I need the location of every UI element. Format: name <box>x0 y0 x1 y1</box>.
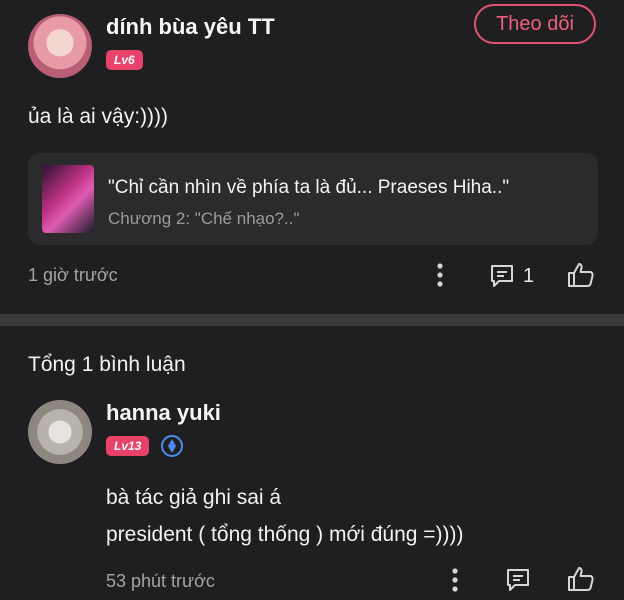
author-level-badge: Lv6 <box>106 50 143 70</box>
chapter-subtitle: Chương 2: "Chế nhạo?.." <box>108 209 300 228</box>
comment-count: 1 <box>523 265 535 287</box>
chapter-card[interactable]: "Chỉ cần nhìn về phía ta là đủ... Praese… <box>28 153 598 245</box>
comment-line-2: president ( tổng thống ) mới đúng =)))) <box>106 523 464 546</box>
author-avatar[interactable] <box>28 14 92 78</box>
comment-like-icon[interactable] <box>566 564 596 599</box>
commenter-avatar[interactable] <box>28 400 92 464</box>
comment-line-1: bà tác giả ghi sai á <box>106 486 282 509</box>
follow-button-label: Theo dõi <box>496 12 574 35</box>
comment-more-options-icon[interactable] <box>447 567 463 598</box>
comment-icon[interactable] <box>488 262 516 295</box>
author-name[interactable]: dính bùa yêu TT <box>106 14 275 40</box>
commenter-name[interactable]: hanna yuki <box>106 400 221 426</box>
chapter-title: "Chỉ cần nhìn về phía ta là đủ... Praese… <box>108 177 510 198</box>
follow-button[interactable]: Theo dõi <box>474 4 596 44</box>
section-divider <box>0 314 624 326</box>
post-content: ủa là ai vậy:)))) <box>28 105 169 128</box>
comment-time: 53 phút trước <box>106 571 215 591</box>
commenter-level-badge: Lv13 <box>106 436 150 456</box>
more-options-icon[interactable] <box>432 262 448 293</box>
verified-badge-icon <box>160 434 184 463</box>
like-icon[interactable] <box>566 260 596 295</box>
comments-total-title: Tổng 1 bình luận <box>28 353 186 376</box>
post-time: 1 giờ trước <box>28 265 118 285</box>
chapter-thumbnail <box>42 165 94 233</box>
reply-icon[interactable] <box>504 566 532 599</box>
